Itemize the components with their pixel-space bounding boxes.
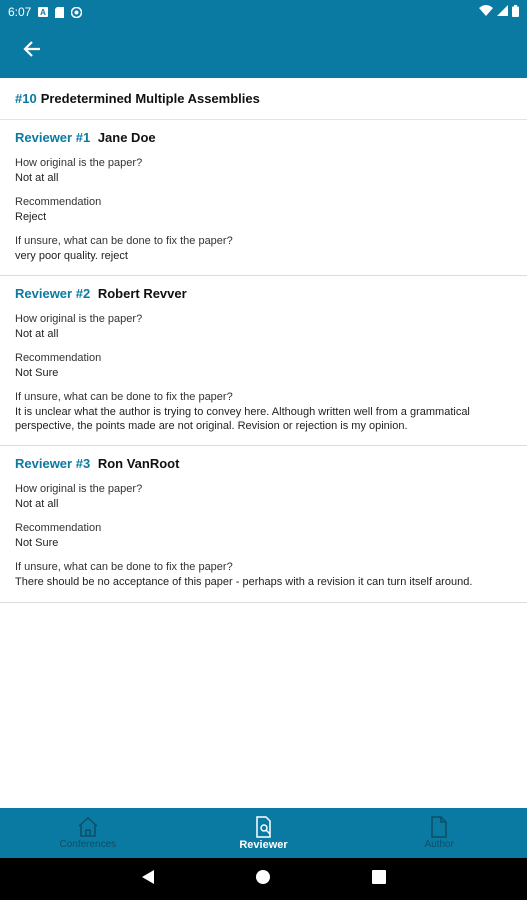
a-icon: A [37, 7, 48, 18]
review-card: Reviewer #2 Robert Revver How original i… [0, 276, 527, 447]
review-card: Reviewer #1 Jane Doe How original is the… [0, 120, 527, 277]
question-recommendation: Recommendation [15, 352, 102, 364]
answer-originality: Not at all [15, 328, 59, 341]
app-bar [0, 24, 527, 78]
answer-fix: It is unclear what the author is trying … [15, 405, 470, 432]
system-nav-bar [0, 858, 527, 900]
battery-icon [512, 4, 519, 20]
status-bar: 6:07 A [0, 0, 527, 24]
document-icon [428, 816, 450, 838]
answer-recommendation: Reject [15, 210, 47, 223]
review-card: Reviewer #3 Ron VanRoot How original is … [0, 446, 527, 603]
reviewer-label: Reviewer [15, 286, 73, 302]
wifi-icon [479, 5, 493, 19]
reviewer-number: #3 [75, 456, 91, 472]
arrow-left-icon [23, 40, 41, 63]
answer-originality: Not at all [15, 172, 59, 184]
paper-title: Predetermined Multiple Assemblies [40, 91, 260, 106]
document-search-icon [253, 815, 275, 838]
home-icon [77, 816, 99, 838]
nav-item-reviewer[interactable]: Reviewer [176, 808, 352, 858]
paper-number: #10 [15, 91, 37, 106]
question-recommendation: Recommendation [15, 522, 102, 534]
question-originality: How original is the paper? [15, 157, 143, 169]
answer-recommendation: Not Sure [15, 537, 59, 549]
system-back-button[interactable] [133, 864, 163, 894]
system-home-button[interactable] [248, 864, 278, 894]
nav-label-conferences: Conferences [59, 839, 117, 850]
reviewer-number: #1 [75, 130, 91, 145]
sd-card-icon [54, 6, 65, 18]
question-fix: If unsure, what can be done to fix the p… [15, 390, 233, 403]
reviewer-number: #2 [75, 286, 91, 302]
signal-icon [497, 5, 508, 19]
question-fix: If unsure, what can be done to fix the p… [15, 560, 233, 573]
square-recents-icon [372, 869, 387, 889]
reviewer-name: Ron VanRoot [97, 456, 180, 472]
status-time: 6:07 [8, 5, 32, 19]
nav-item-conferences[interactable]: Conferences [0, 808, 176, 858]
question-originality: How original is the paper? [15, 483, 143, 496]
reviewer-title: Reviewer #3 Ron VanRoot [15, 456, 512, 471]
reviewer-label: Reviewer [15, 130, 73, 145]
system-recents-button[interactable] [364, 864, 394, 894]
circle-home-icon [255, 869, 271, 890]
nav-label-reviewer: Reviewer [239, 838, 288, 851]
reviewer-name: Robert Revver [97, 286, 187, 302]
reviewer-title: Reviewer #2 Robert Revver [15, 286, 512, 301]
nav-item-author[interactable]: Author [351, 808, 527, 858]
reviewer-title: Reviewer #1 Jane Doe [15, 130, 512, 145]
reviewer-name: Jane Doe [97, 130, 156, 145]
answer-recommendation: Not Sure [15, 367, 59, 379]
paper-header: #10 Predetermined Multiple Assemblies [0, 78, 527, 120]
svg-text:A: A [40, 8, 46, 17]
status-right [479, 4, 519, 20]
nav-label-author: Author [424, 839, 454, 850]
triangle-back-icon [141, 869, 155, 890]
answer-originality: Not at all [15, 498, 59, 511]
status-left: 6:07 A [8, 5, 83, 19]
answer-fix: There should be no acceptance of this pa… [15, 575, 473, 588]
question-recommendation: Recommendation [15, 195, 102, 208]
question-originality: How original is the paper? [15, 313, 143, 326]
bottom-nav: Conferences Reviewer Author [0, 808, 527, 858]
back-button[interactable] [16, 35, 48, 67]
answer-fix: very poor quality. reject [15, 249, 128, 262]
review-list[interactable]: #10 Predetermined Multiple Assemblies Re… [0, 78, 527, 808]
question-fix: If unsure, what can be done to fix the p… [15, 234, 233, 247]
vpn-icon [71, 6, 83, 18]
reviewer-label: Reviewer [15, 456, 73, 472]
